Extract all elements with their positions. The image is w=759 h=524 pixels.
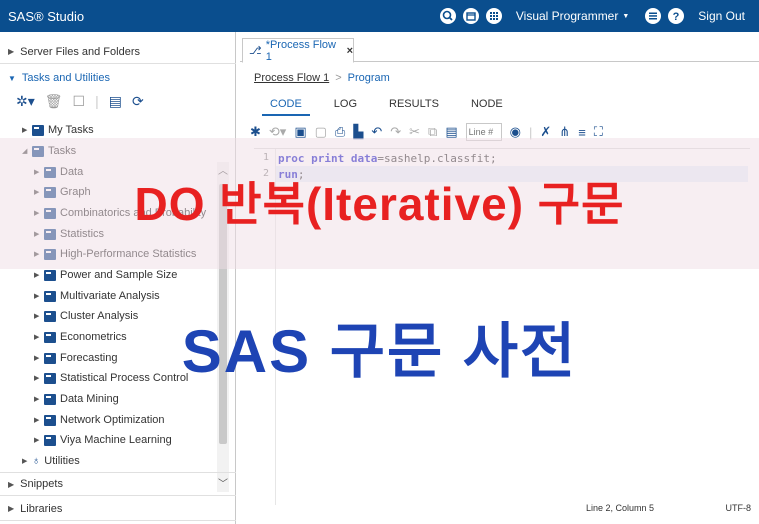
section-label: Server Files and Folders xyxy=(20,45,140,58)
apps-grid-icon[interactable] xyxy=(485,8,502,24)
tree-label: Multivariate Analysis xyxy=(60,290,160,302)
svg-text:?: ? xyxy=(673,11,680,23)
folder-icon xyxy=(44,414,56,426)
status-bar: Line 2, Column 5 UTF-8 xyxy=(254,500,759,518)
close-icon[interactable]: × xyxy=(347,45,353,57)
tree-node-network-opt[interactable]: ▶ Network Optimization xyxy=(34,411,165,429)
separator: | xyxy=(95,93,99,109)
section-snippets[interactable]: ▶ Snippets xyxy=(0,472,236,496)
tree-label: Utilities xyxy=(44,455,80,467)
tree-label: My Tasks xyxy=(48,124,94,136)
section-server-files[interactable]: ▶ Server Files and Folders xyxy=(0,40,236,64)
collapsed-triangle-icon: ▶ xyxy=(22,127,28,134)
options-menu-icon[interactable] xyxy=(645,8,662,24)
folder-icon xyxy=(32,124,44,136)
collapsed-triangle-icon: ▶ xyxy=(8,47,15,56)
collapsed-triangle-icon: ▶ xyxy=(22,458,28,465)
tab-label: *Process Flow 1 xyxy=(265,38,336,63)
new-task-icon[interactable]: ✲▾ xyxy=(16,93,35,110)
utilities-icon: ♁ xyxy=(32,455,41,467)
folder-icon xyxy=(44,393,56,405)
collapsed-triangle-icon: ▶ xyxy=(8,479,15,489)
work-area: ⎇ *Process Flow 1 × Process Flow 1 > Pro… xyxy=(240,32,759,524)
breadcrumb-flow-link[interactable]: Process Flow 1 xyxy=(254,72,329,84)
sign-out-link[interactable]: Sign Out xyxy=(698,9,745,23)
collapsed-triangle-icon: ▶ xyxy=(8,504,15,513)
folder-icon xyxy=(44,434,56,446)
tab-node[interactable]: NODE xyxy=(455,96,519,116)
tab-process-flow[interactable]: ⎇ *Process Flow 1 × xyxy=(242,38,354,63)
folder-icon xyxy=(44,290,56,302)
breadcrumb-program: Program xyxy=(347,72,390,84)
breadcrumb-separator: > xyxy=(335,72,342,84)
perspective-label: Visual Programmer xyxy=(515,9,619,23)
section-label: Snippets xyxy=(20,478,63,490)
tab-code[interactable]: CODE xyxy=(254,96,318,116)
tree-label: Power and Sample Size xyxy=(60,269,178,281)
tab-log[interactable]: LOG xyxy=(318,96,373,116)
properties-icon[interactable]: ☐ xyxy=(73,93,86,110)
search-icon[interactable] xyxy=(439,8,456,24)
expanded-triangle-icon: ▼ xyxy=(8,73,16,83)
overlay-title: DO 반복(Iterative) 구문 xyxy=(134,178,625,230)
tree-label: Viya Machine Learning xyxy=(60,434,172,446)
collapsed-triangle-icon: ▶ xyxy=(34,293,40,300)
tree-label: Data Mining xyxy=(60,393,119,405)
encoding: UTF-8 xyxy=(725,503,752,513)
list-icon[interactable]: ▤ xyxy=(109,93,122,110)
breadcrumb: Process Flow 1 > Program xyxy=(254,72,390,84)
collapsed-triangle-icon: ▶ xyxy=(34,437,40,444)
new-item-icon[interactable] xyxy=(462,8,479,24)
help-icon[interactable]: ? xyxy=(668,8,685,24)
overlay-subtitle: SAS 구문 사전 xyxy=(181,318,578,385)
tab-bar: ⎇ *Process Flow 1 × xyxy=(240,38,759,63)
perspective-menu[interactable]: Visual Programmer ▼ xyxy=(516,9,629,23)
tree-node-data-mining[interactable]: ▶ Data Mining xyxy=(34,390,119,408)
folder-icon xyxy=(44,269,56,281)
section-label: Libraries xyxy=(20,502,63,515)
tree-node-utilities[interactable]: ▶ ♁ Utilities xyxy=(22,452,80,470)
section-label: Tasks and Utilities xyxy=(21,72,110,84)
tree-node-my-tasks[interactable]: ▶ My Tasks xyxy=(22,121,94,139)
section-tasks-utilities[interactable]: ▼ Tasks and Utilities xyxy=(0,66,236,90)
collapsed-triangle-icon: ▶ xyxy=(34,417,40,424)
program-subtabs: CODE LOG RESULTS NODE xyxy=(254,96,519,116)
top-bar: SAS® Studio Visual Programmer ▼ ? Sign O… xyxy=(0,0,759,32)
app-title: SAS® Studio xyxy=(8,8,85,24)
tree-node-viya-ml[interactable]: ▶ Viya Machine Learning xyxy=(34,431,172,449)
cursor-position: Line 2, Column 5 xyxy=(586,503,655,513)
collapsed-triangle-icon: ▶ xyxy=(34,396,40,403)
tab-results[interactable]: RESULTS xyxy=(373,96,455,116)
navigation-pane: ▶ Server Files and Folders ▼ Tasks and U… xyxy=(0,32,236,524)
collapsed-triangle-icon: ▶ xyxy=(34,272,40,279)
process-flow-icon: ⎇ xyxy=(249,45,262,57)
section-libraries[interactable]: ▶ Libraries xyxy=(0,497,236,521)
chevron-down-icon: ▼ xyxy=(622,12,630,20)
tree-label: Network Optimization xyxy=(60,414,165,426)
refresh-icon[interactable]: ⟳ xyxy=(132,93,144,110)
delete-icon[interactable]: 🗑 xyxy=(45,93,63,110)
tasks-toolbar: ✲▾ 🗑 ☐ | ▤ ⟳ xyxy=(16,92,144,110)
